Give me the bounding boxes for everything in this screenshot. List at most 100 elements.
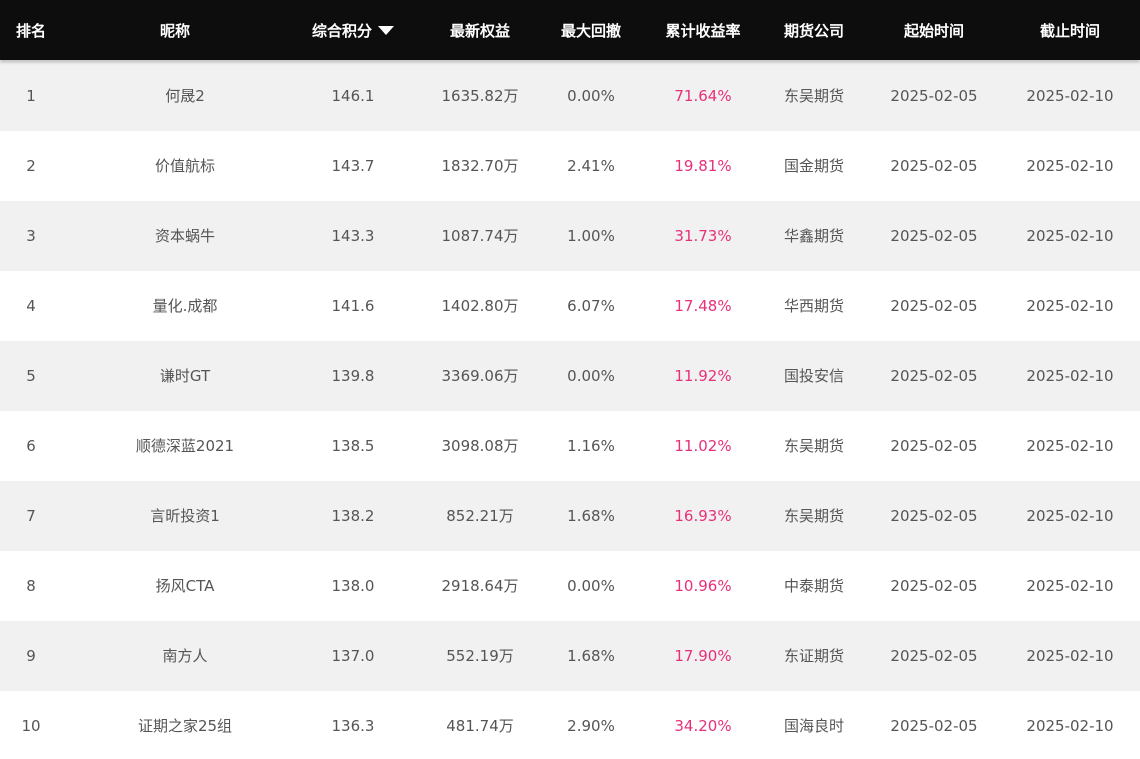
- cell-company: 东吴期货: [783, 507, 844, 525]
- cell-rank: 2: [26, 157, 36, 175]
- cell-company: 东证期货: [783, 647, 844, 665]
- table-row[interactable]: 7 言昕投资1 138.2 852.21万 1.68% 16.93% 东吴期货 2025-02…: [0, 481, 1140, 551]
- header-score-label: 综合积分: [311, 22, 372, 40]
- cell-drawdown: 2.41%: [567, 157, 615, 175]
- cell-end-time: 2025-02-10: [1026, 297, 1114, 315]
- cell-rank: 7: [26, 507, 36, 525]
- cell-return-rate: 34.20%: [674, 717, 732, 735]
- header-end-time[interactable]: 截止时间: [1004, 0, 1136, 60]
- cell-drawdown: 1.68%: [567, 647, 615, 665]
- table-row[interactable]: 9 南方人 137.0 552.19万 1.68% 17.90% 东证期货 2025-02-0…: [0, 621, 1140, 691]
- cell-equity: 852.21万: [446, 507, 514, 525]
- cell-end-time: 2025-02-10: [1026, 647, 1114, 665]
- cell-return-rate: 11.92%: [674, 367, 732, 385]
- cell-score: 138.2: [331, 507, 375, 525]
- table-row[interactable]: 4 量化.成都 141.6 1402.80万 6.07% 17.48% 华西期货 2025-0…: [0, 271, 1140, 341]
- cell-score: 143.7: [331, 157, 375, 175]
- cell-return-rate: 19.81%: [674, 157, 732, 175]
- cell-drawdown: 6.07%: [567, 297, 615, 315]
- cell-end-time: 2025-02-10: [1026, 157, 1114, 175]
- cell-rank: 6: [26, 437, 36, 455]
- header-nickname[interactable]: 昵称: [80, 0, 270, 60]
- cell-drawdown: 0.00%: [567, 577, 615, 595]
- cell-equity: 1832.70万: [441, 157, 519, 175]
- cell-drawdown: 1.16%: [567, 437, 615, 455]
- cell-score: 143.3: [331, 227, 375, 245]
- caret-down-icon[interactable]: [378, 25, 394, 35]
- cell-return-rate: 16.93%: [674, 507, 732, 525]
- cell-equity: 3369.06万: [441, 367, 519, 385]
- cell-rank: 5: [26, 367, 36, 385]
- table-row[interactable]: 5 谦时GT 139.8 3369.06万 0.00% 11.92% 国投安信 2025-02…: [0, 341, 1140, 411]
- cell-start-time: 2025-02-05: [890, 157, 978, 175]
- cell-score: 146.1: [331, 87, 375, 105]
- cell-return-rate: 71.64%: [674, 87, 732, 105]
- cell-start-time: 2025-02-05: [890, 87, 978, 105]
- cell-company: 东吴期货: [783, 87, 844, 105]
- cell-company: 华鑫期货: [783, 227, 844, 245]
- header-drawdown[interactable]: 最大回撤: [541, 0, 641, 60]
- cell-score: 139.8: [331, 367, 375, 385]
- header-start-time[interactable]: 起始时间: [868, 0, 1000, 60]
- cell-company: 中泰期货: [783, 577, 844, 595]
- cell-drawdown: 0.00%: [567, 87, 615, 105]
- table-row[interactable]: 6 顺德深蓝2021 138.5 3098.08万 1.16% 11.02% 东吴期货 202…: [0, 411, 1140, 481]
- cell-end-time: 2025-02-10: [1026, 87, 1114, 105]
- header-score[interactable]: 综合积分: [290, 0, 416, 60]
- cell-end-time: 2025-02-10: [1026, 227, 1114, 245]
- cell-equity: 1087.74万: [441, 227, 519, 245]
- cell-equity: 552.19万: [446, 647, 514, 665]
- cell-start-time: 2025-02-05: [890, 717, 978, 735]
- cell-return-rate: 17.90%: [674, 647, 732, 665]
- header-company[interactable]: 期货公司: [764, 0, 864, 60]
- cell-company: 国海良时: [783, 717, 844, 735]
- cell-company: 东吴期货: [783, 437, 844, 455]
- cell-equity: 1402.80万: [441, 297, 519, 315]
- ranking-table: 排名 昵称 综合积分 最新权益 最大回撤 累计收益率 期货公司 起始时间 截止时…: [0, 0, 1140, 759]
- table-row[interactable]: 3 资本蜗牛 143.3 1087.74万 1.00% 31.73% 华鑫期货 2025-02…: [0, 201, 1140, 271]
- cell-drawdown: 2.90%: [567, 717, 615, 735]
- table-row[interactable]: 2 价值航标 143.7 1832.70万 2.41% 19.81% 国金期货 2025-02…: [0, 131, 1140, 201]
- cell-score: 137.0: [331, 647, 375, 665]
- cell-start-time: 2025-02-05: [890, 227, 978, 245]
- cell-equity: 2918.64万: [441, 577, 519, 595]
- cell-end-time: 2025-02-10: [1026, 577, 1114, 595]
- cell-start-time: 2025-02-05: [890, 507, 978, 525]
- table-row[interactable]: 8 扬风CTA 138.0 2918.64万 0.00% 10.96% 中泰期货 2025-0…: [0, 551, 1140, 621]
- cell-start-time: 2025-02-05: [890, 367, 978, 385]
- cell-start-time: 2025-02-05: [890, 297, 978, 315]
- cell-end-time: 2025-02-10: [1026, 367, 1114, 385]
- cell-score: 136.3: [331, 717, 375, 735]
- cell-rank: 8: [26, 577, 36, 595]
- header-return-rate[interactable]: 累计收益率: [643, 0, 763, 60]
- cell-return-rate: 31.73%: [674, 227, 732, 245]
- cell-return-rate: 10.96%: [674, 577, 732, 595]
- cell-company: 华西期货: [783, 297, 844, 315]
- cell-score: 138.5: [331, 437, 375, 455]
- header-equity[interactable]: 最新权益: [420, 0, 540, 60]
- cell-rank: 1: [26, 87, 36, 105]
- cell-drawdown: 1.00%: [567, 227, 615, 245]
- cell-rank: 10: [21, 717, 41, 735]
- cell-score: 138.0: [331, 577, 375, 595]
- cell-start-time: 2025-02-05: [890, 437, 978, 455]
- cell-nickname: 谦时GT: [159, 367, 211, 385]
- cell-equity: 481.74万: [446, 717, 514, 735]
- cell-equity: 3098.08万: [441, 437, 519, 455]
- cell-nickname: 顺德深蓝2021: [135, 437, 235, 455]
- cell-return-rate: 11.02%: [674, 437, 732, 455]
- cell-end-time: 2025-02-10: [1026, 717, 1114, 735]
- header-rank[interactable]: 排名: [0, 0, 62, 60]
- cell-end-time: 2025-02-10: [1026, 437, 1114, 455]
- cell-end-time: 2025-02-10: [1026, 507, 1114, 525]
- cell-rank: 4: [26, 297, 36, 315]
- cell-start-time: 2025-02-05: [890, 647, 978, 665]
- cell-nickname: 扬风CTA: [155, 577, 215, 595]
- cell-start-time: 2025-02-05: [890, 577, 978, 595]
- cell-return-rate: 17.48%: [674, 297, 732, 315]
- cell-rank: 3: [26, 227, 36, 245]
- cell-rank: 9: [26, 647, 36, 665]
- table-row[interactable]: 1 何晟2 146.1 1635.82万 0.00% 71.64% 东吴期货 2025-02-…: [0, 61, 1140, 131]
- cell-equity: 1635.82万: [441, 87, 519, 105]
- table-row[interactable]: 10 证期之家25组 136.3 481.74万 2.90% 34.20% 国海良时 2025…: [0, 691, 1140, 759]
